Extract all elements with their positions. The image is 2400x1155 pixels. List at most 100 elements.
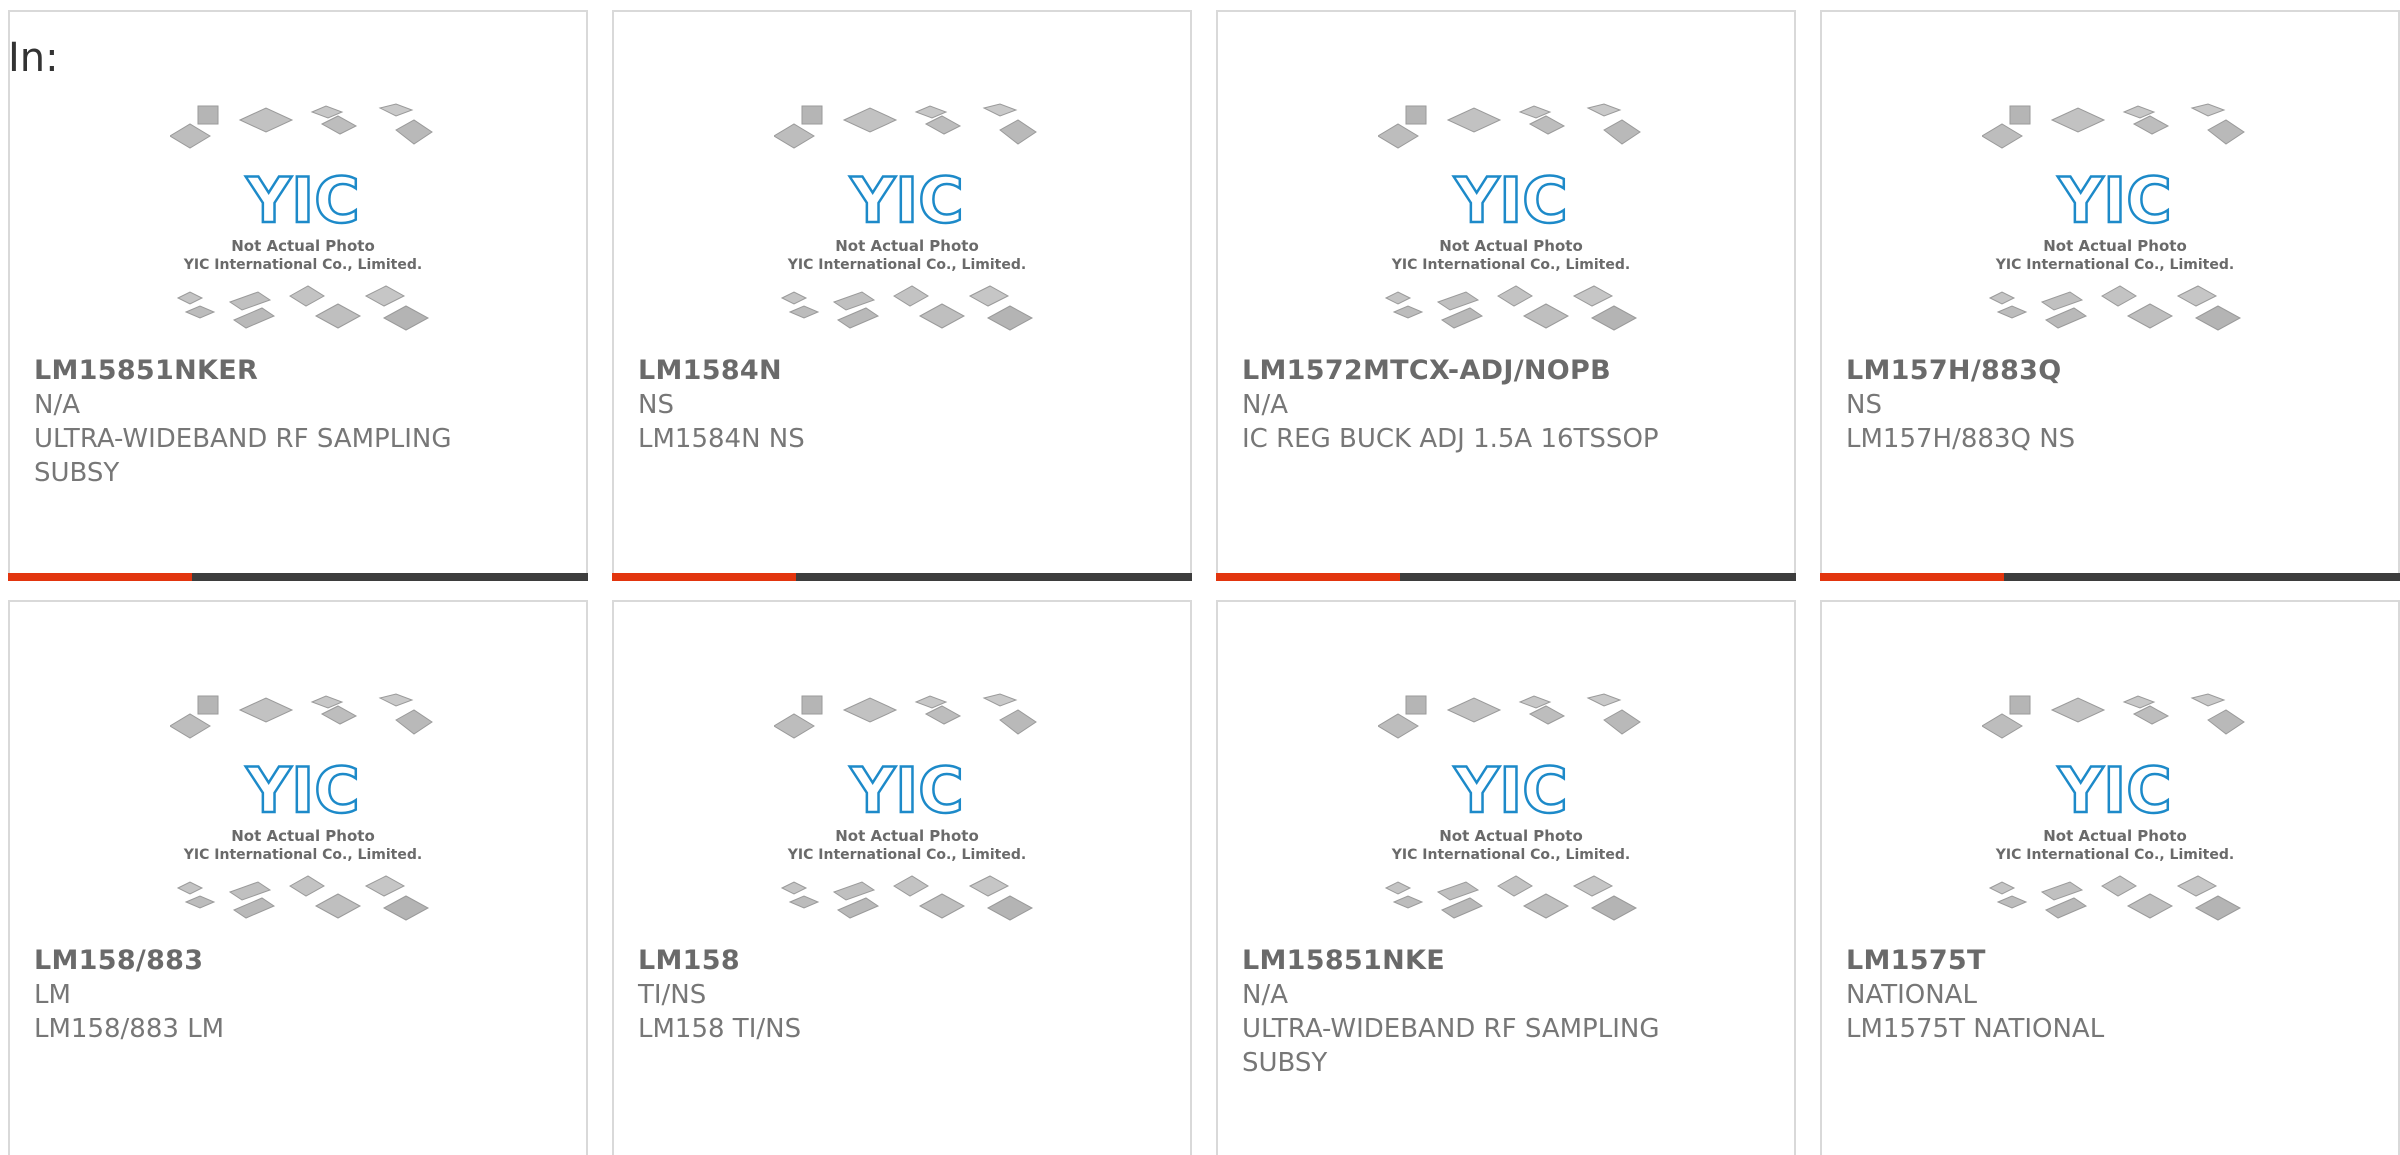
chip-icon — [1440, 897, 1484, 919]
card-bottom-bar — [8, 573, 588, 581]
chip-icon — [170, 713, 211, 739]
part-number[interactable]: LM15851NKE — [1242, 944, 1762, 978]
chip-icon — [968, 285, 1010, 307]
chip-icon — [1982, 713, 2023, 739]
manufacturer: LM — [34, 980, 71, 1010]
chip-icon — [289, 285, 325, 307]
svg-text:YIC: YIC — [1453, 754, 1567, 827]
svg-text:YIC: YIC — [2057, 754, 2171, 827]
placeholder-image: YIC Not Actual Photo YIC International Co.… — [774, 102, 1040, 342]
chip-icon — [184, 305, 216, 319]
svg-text:YIC: YIC — [1453, 164, 1567, 237]
chip-icon — [2101, 875, 2137, 897]
chip-icon — [2190, 103, 2226, 117]
description: LM1584N NS — [638, 424, 805, 454]
placeholder-art: YICNot Actual Photo YIC International Co.… — [1982, 693, 2245, 921]
chip-icon — [2207, 709, 2245, 735]
chip-icon — [774, 123, 815, 149]
placeholder-image: YIC Not Actual Photo YIC International Co.… — [774, 692, 1040, 932]
chip-icon — [2132, 115, 2170, 135]
chip-icon — [1446, 697, 1502, 723]
card-accent-bar — [1216, 573, 1400, 581]
product-card[interactable]: YIC Not Actual Photo YIC International Co.… — [612, 600, 1192, 1155]
part-number[interactable]: LM158/883 — [34, 944, 554, 978]
chip-icon — [238, 697, 294, 723]
chip-icon — [2044, 897, 2088, 919]
placeholder-caption-1: Not Actual Photo — [2043, 237, 2187, 255]
yic-logo-icon: YIC — [2056, 753, 2173, 829]
part-number[interactable]: LM1575T — [1846, 944, 2366, 978]
product-card[interactable]: YIC Not Actual Photo YIC International Co.… — [8, 10, 588, 581]
chip-icon — [780, 291, 808, 305]
product-info: LM1575T NATIONAL LM1575T NATIONAL — [1846, 944, 2366, 1046]
placeholder-art: YICNot Actual Photo YIC International Co.… — [774, 693, 1037, 921]
part-number[interactable]: LM15851NKER — [34, 354, 554, 388]
chip-icon — [1586, 693, 1622, 707]
product-info: LM1572MTCX-ADJ/NOPB N/A IC REG BUCK ADJ … — [1242, 354, 1762, 456]
card-accent-bar — [612, 573, 796, 581]
product-card[interactable]: YIC Not Actual Photo YIC International Co.… — [1216, 10, 1796, 581]
card-bottom-bar — [1216, 573, 1796, 581]
chip-icon — [197, 105, 219, 125]
chip-icon — [2194, 305, 2242, 331]
chip-icon — [999, 119, 1037, 145]
placeholder-caption-2: YIC International Co., Limited. — [1995, 257, 2234, 273]
product-card[interactable]: YIC Not Actual Photo YIC International Co.… — [1216, 600, 1796, 1155]
product-info: LM15851NKE N/A ULTRA-WIDEBAND RF SAMPLIN… — [1242, 944, 1762, 1080]
chip-icon — [364, 285, 406, 307]
placeholder-image: YIC Not Actual Photo YIC International Co.… — [1982, 102, 2248, 342]
yic-logo-icon: YIC — [244, 163, 361, 239]
chip-icon — [832, 291, 876, 311]
product-card[interactable]: YIC Not Actual Photo YIC International Co.… — [612, 10, 1192, 581]
part-number[interactable]: LM1572MTCX-ADJ/NOPB — [1242, 354, 1762, 388]
card-bottom-bar — [1820, 573, 2400, 581]
chip-icon — [986, 305, 1034, 331]
placeholder-art: YICNot Actual Photo YIC International Co.… — [170, 103, 433, 331]
chip-icon — [1528, 705, 1566, 725]
chip-icon — [1440, 307, 1484, 329]
chip-icon — [1988, 881, 2016, 895]
product-card[interactable]: YIC Not Actual Photo YIC International Co.… — [1820, 600, 2400, 1155]
placeholder-caption-2: YIC International Co., Limited. — [183, 847, 422, 863]
chip-icon — [780, 881, 808, 895]
chip-icon — [289, 875, 325, 897]
product-card[interactable]: YIC Not Actual Photo YIC International Co.… — [1820, 10, 2400, 581]
svg-text:YIC: YIC — [849, 754, 963, 827]
product-info: LM157H/883Q NS LM157H/883Q NS — [1846, 354, 2366, 456]
description: LM158 TI/NS — [638, 1014, 802, 1044]
description: ULTRA-WIDEBAND RF SAMPLING SUBSY — [1242, 1014, 1660, 1078]
in-label: In: — [8, 35, 59, 81]
chip-icon — [2101, 285, 2137, 307]
description: LM158/883 LM — [34, 1014, 225, 1044]
chip-icon — [982, 693, 1018, 707]
product-card[interactable]: YIC Not Actual Photo YIC International Co.… — [8, 600, 588, 1155]
chip-icon — [893, 285, 929, 307]
chip-icon — [382, 895, 430, 921]
chip-icon — [2176, 875, 2218, 897]
placeholder-caption-1: Not Actual Photo — [2043, 827, 2187, 845]
part-number[interactable]: LM1584N — [638, 354, 1158, 388]
placeholder-caption-1: Not Actual Photo — [835, 237, 979, 255]
card-accent-bar — [1820, 573, 2004, 581]
chip-icon — [801, 105, 823, 125]
chip-icon — [2194, 895, 2242, 921]
chip-icon — [2040, 881, 2084, 901]
chip-icon — [1405, 105, 1427, 125]
placeholder-caption-2: YIC International Co., Limited. — [787, 257, 1026, 273]
placeholder-caption-2: YIC International Co., Limited. — [1995, 847, 2234, 863]
yic-logo-icon: YIC — [848, 163, 965, 239]
chip-icon — [1384, 881, 1412, 895]
product-info: LM158/883 LM LM158/883 LM — [34, 944, 554, 1046]
chip-icon — [924, 115, 962, 135]
chip-icon — [788, 305, 820, 319]
chip-icon — [228, 291, 272, 311]
placeholder-art: YICNot Actual Photo YIC International Co.… — [170, 693, 433, 921]
part-number[interactable]: LM158 — [638, 944, 1158, 978]
manufacturer: N/A — [1242, 980, 1288, 1010]
chip-icon — [378, 693, 414, 707]
description: LM1575T NATIONAL — [1846, 1014, 2105, 1044]
chip-icon — [1603, 709, 1641, 735]
chip-icon — [378, 103, 414, 117]
chip-icon — [314, 303, 362, 329]
part-number[interactable]: LM157H/883Q — [1846, 354, 2366, 388]
